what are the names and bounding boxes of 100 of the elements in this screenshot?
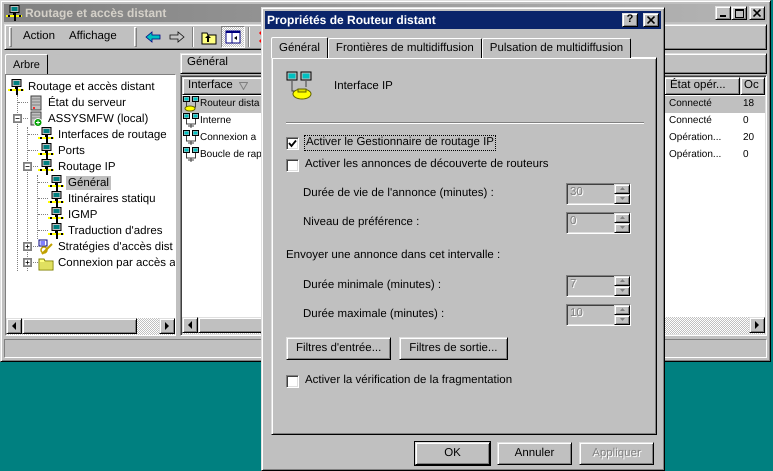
close-icon xyxy=(753,9,761,17)
computer-icon xyxy=(38,142,54,159)
check-icon xyxy=(288,138,297,148)
down-arrow-icon xyxy=(620,226,624,229)
checkbox[interactable] xyxy=(286,374,299,388)
scrollbar[interactable] xyxy=(6,318,175,336)
list-cell[interactable]: Opération... xyxy=(664,130,740,147)
server-icon xyxy=(28,94,44,111)
key-icon xyxy=(38,238,54,255)
right-arrow-icon xyxy=(163,322,171,330)
list-cell[interactable]: Connecté xyxy=(664,96,740,113)
panel-icon xyxy=(224,28,241,45)
tree-item[interactable]: Général xyxy=(66,176,111,190)
scroll-left-button[interactable] xyxy=(6,318,22,334)
tab[interactable]: Frontières de multidiffusion xyxy=(328,38,482,58)
tree-item[interactable]: Stratégies d'accès dist xyxy=(56,240,175,254)
maximize-icon xyxy=(734,8,744,18)
column-header[interactable]: État opér... xyxy=(664,76,740,95)
tab[interactable]: Général xyxy=(271,37,328,58)
expand-icon[interactable] xyxy=(23,242,32,251)
scroll-thumb[interactable] xyxy=(22,318,137,334)
down-arrow-icon xyxy=(620,289,624,292)
tree-item[interactable]: Interfaces de routage xyxy=(56,128,169,142)
number-field: 0 xyxy=(566,212,631,234)
tree-item[interactable]: Ports xyxy=(56,144,87,158)
network-icon xyxy=(183,147,199,164)
list-cell[interactable]: Interne xyxy=(200,115,232,128)
up-arrow-icon xyxy=(620,308,624,311)
filter-button[interactable]: Filtres de sortie... xyxy=(399,337,508,360)
forward-arrow-icon xyxy=(168,28,185,45)
maximize-button[interactable] xyxy=(731,6,747,20)
number-field: 10 xyxy=(566,304,631,326)
checkbox-label[interactable]: Activer les annonces de découverte de routeurs xyxy=(305,158,549,172)
list-cell[interactable]: 20 xyxy=(740,130,765,147)
scroll-right-button[interactable] xyxy=(749,317,765,334)
dialog-button[interactable]: OK xyxy=(415,442,490,465)
tab[interactable]: Pulsation de multidiffusion xyxy=(482,38,632,58)
tree-item[interactable]: État du serveur xyxy=(46,96,128,110)
checkbox[interactable] xyxy=(286,136,299,150)
checkbox-label[interactable]: Activer la vérification de la fragmentation xyxy=(305,374,512,388)
list-cell[interactable]: Connecté xyxy=(664,112,740,130)
pane-header: Général xyxy=(187,56,228,70)
collapse-icon[interactable] xyxy=(13,114,22,123)
window-title: Routage et accès distant xyxy=(25,6,166,20)
close-button[interactable] xyxy=(643,13,659,27)
expand-icon[interactable] xyxy=(23,258,32,267)
computer-icon xyxy=(8,78,24,95)
panel-button[interactable] xyxy=(220,26,245,48)
down-arrow-icon xyxy=(620,197,624,200)
tree-tab[interactable]: Arbre xyxy=(5,54,48,74)
tree-item[interactable]: Itinéraires statiqu xyxy=(66,192,158,206)
computer-icon xyxy=(38,126,54,143)
server-icon xyxy=(28,110,44,127)
list-cell[interactable]: 18 xyxy=(740,96,765,113)
list-cell[interactable]: Connexion a xyxy=(200,132,256,144)
field-label: Durée maximale (minutes) : xyxy=(303,308,444,322)
down-arrow-icon xyxy=(620,318,624,321)
computer-icon xyxy=(48,206,64,223)
tree-item[interactable]: Routage et accès distant xyxy=(26,80,157,94)
computer-icon xyxy=(38,158,54,175)
computer-icon xyxy=(48,222,64,239)
field-label: Durée de vie de l'annonce (minutes) : xyxy=(303,186,494,200)
up-arrow-icon xyxy=(620,279,624,282)
help-button[interactable]: ? xyxy=(622,13,638,27)
tree-item[interactable]: Traduction d'adres xyxy=(66,224,164,238)
tree-item[interactable]: ASSYSMFW (local) xyxy=(46,112,150,126)
scroll-left-button[interactable] xyxy=(182,317,198,334)
minimize-button[interactable] xyxy=(715,6,731,20)
close-button[interactable] xyxy=(749,6,765,20)
back-arrow-icon xyxy=(144,28,161,45)
scroll-right-button[interactable] xyxy=(159,318,175,334)
list-cell[interactable]: 0 xyxy=(740,146,765,164)
left-arrow-icon xyxy=(10,322,18,330)
menu-item[interactable]: Action xyxy=(16,28,62,46)
number-field: 7 xyxy=(566,274,631,296)
right-arrow-icon xyxy=(753,321,761,330)
menu-item[interactable]: Affichage xyxy=(62,28,124,46)
field-label: Niveau de préférence : xyxy=(303,216,420,230)
up-arrow-icon xyxy=(620,187,624,190)
interface-heading: Interface IP xyxy=(334,80,393,94)
filter-button[interactable]: Filtres d'entrée... xyxy=(286,337,392,360)
column-header[interactable]: Oc xyxy=(740,76,765,95)
checkbox-label[interactable]: Activer le Gestionnaire de routage IP xyxy=(305,136,495,150)
up-arrow-icon xyxy=(620,216,624,219)
computer-icon xyxy=(48,174,64,191)
list-cell[interactable]: Opération... xyxy=(664,146,740,164)
close-icon xyxy=(647,16,655,24)
list-cell[interactable]: 0 xyxy=(740,112,765,130)
section-caption: Envoyer une annonce dans cet intervalle : xyxy=(286,249,500,263)
tree-item[interactable]: Routage IP xyxy=(56,160,118,174)
computer-icon xyxy=(48,190,64,207)
network-icon xyxy=(183,130,199,146)
left-arrow-icon xyxy=(186,321,194,330)
minimize-icon xyxy=(720,15,726,17)
list-cell[interactable]: Boucle de rap xyxy=(200,149,262,162)
dialog-button[interactable]: Annuler xyxy=(497,442,572,465)
checkbox[interactable] xyxy=(286,158,299,172)
collapse-icon[interactable] xyxy=(23,162,32,171)
tree-item[interactable]: IGMP xyxy=(66,208,100,222)
number-field: 30 xyxy=(566,182,631,204)
